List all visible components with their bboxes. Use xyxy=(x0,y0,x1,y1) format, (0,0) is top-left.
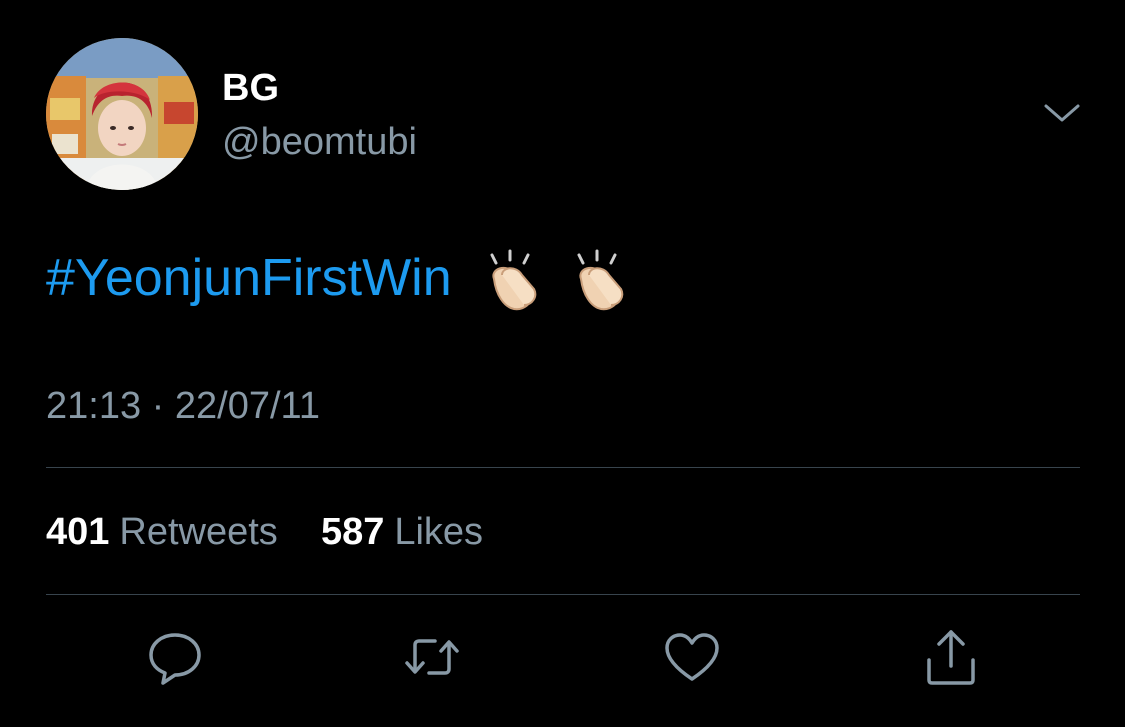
retweets-label: Retweets xyxy=(119,511,278,553)
retweet-icon xyxy=(405,639,459,675)
divider xyxy=(46,594,1080,595)
display-name[interactable]: BG xyxy=(222,66,279,110)
likes-count: 587 xyxy=(320,511,385,553)
tweet-text: #YeonjunFirstWin xyxy=(46,246,639,315)
tweet-timestamp[interactable]: 21:13 · 22/07/11 xyxy=(46,384,320,428)
retweets-stat[interactable]: 401 Retweets xyxy=(46,511,288,553)
heart-icon xyxy=(665,633,719,681)
clapping-hands-emoji-icon xyxy=(490,249,537,311)
retweets-count: 401 xyxy=(46,511,110,553)
share-icon xyxy=(927,630,975,685)
user-handle[interactable]: @beomtubi xyxy=(222,120,417,164)
reply-button[interactable] xyxy=(144,626,206,688)
hashtag-link[interactable]: #YeonjunFirstWin xyxy=(46,249,452,307)
likes-label: Likes xyxy=(394,511,484,553)
divider xyxy=(46,467,1080,468)
reply-icon xyxy=(149,633,201,685)
emoji-group xyxy=(480,247,638,315)
clapping-hands-emoji-icon xyxy=(577,249,623,311)
chevron-down-icon[interactable] xyxy=(1040,92,1084,136)
engagement-stats: 401 Retweets 587 Likes xyxy=(46,510,483,554)
like-button[interactable] xyxy=(661,626,723,688)
retweet-button[interactable] xyxy=(401,626,463,688)
likes-stat[interactable]: 587 Likes xyxy=(321,511,483,553)
avatar[interactable] xyxy=(46,38,198,190)
share-button[interactable] xyxy=(920,626,982,688)
